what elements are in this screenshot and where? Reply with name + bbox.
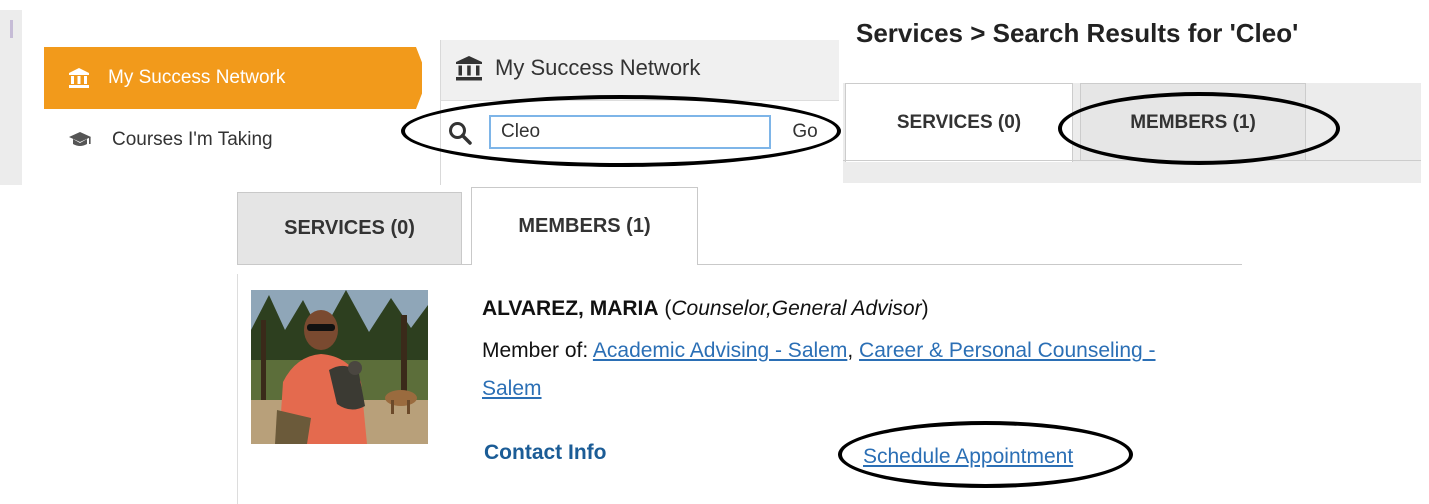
group-separator: , (847, 339, 854, 362)
contact-info-link[interactable]: Contact Info (484, 441, 606, 465)
institution-icon (68, 67, 90, 89)
nav-item-label: My Success Network (108, 67, 286, 88)
nav-item-label: Courses I'm Taking (112, 129, 273, 150)
results-heading: Services > Search Results for 'Cleo' (856, 18, 1299, 48)
member-of-label: Member of: (482, 339, 589, 362)
go-button[interactable]: Go (780, 116, 830, 148)
member-role: Counselor,General Advisor (671, 297, 922, 320)
search-input[interactable] (489, 115, 771, 149)
schedule-appointment-link[interactable]: Schedule Appointment (863, 445, 1073, 469)
search-panel-title-text: My Success Network (495, 55, 701, 80)
member-name: ALVAREZ, MARIA (482, 297, 659, 320)
graduation-cap-icon (68, 130, 92, 150)
nav-edge-marker (10, 20, 13, 38)
group-link-academic-advising[interactable]: Academic Advising - Salem (593, 339, 847, 362)
tab-strip-divider (843, 160, 1421, 161)
member-photo (251, 290, 428, 444)
institution-icon (455, 55, 483, 81)
tab-services[interactable]: SERVICES (0) (237, 192, 462, 264)
member-name-line: ALVAREZ, MARIA (Counselor,General Adviso… (482, 297, 929, 321)
search-icon[interactable] (448, 121, 472, 145)
nav-item-my-success-network[interactable]: My Success Network (44, 47, 422, 109)
tab-divider (698, 264, 1242, 265)
tab-members-header[interactable]: MEMBERS (1) (1080, 83, 1306, 161)
tab-divider (237, 264, 471, 265)
member-of-line: Member of: Academic Advising - Salem, Ca… (482, 332, 1182, 408)
tab-services-header[interactable]: SERVICES (0) (845, 83, 1073, 162)
search-panel: My Success Network (440, 40, 839, 185)
nav-item-courses[interactable]: Courses I'm Taking (44, 120, 422, 160)
role-close-paren: ) (921, 297, 929, 320)
tab-members[interactable]: MEMBERS (1) (471, 187, 698, 265)
search-panel-title: My Success Network (455, 55, 700, 81)
